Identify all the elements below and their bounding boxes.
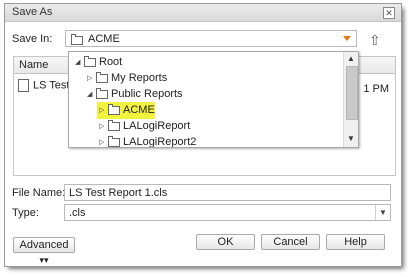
file-name-label: File Name: xyxy=(12,187,66,199)
folder-icon xyxy=(108,119,120,131)
file-name-cell: LS Test xyxy=(33,79,70,92)
up-folder-icon[interactable]: ⇧ xyxy=(369,32,381,49)
tree-node-root[interactable]: ◢ Root xyxy=(75,55,123,69)
tree-node-label: LALogiReport2 xyxy=(123,136,197,148)
tree-node-lalogireport2[interactable]: ▷ LALogiReport2 xyxy=(99,135,197,148)
collapsed-triangle-icon[interactable]: ▷ xyxy=(99,122,108,130)
tree-node-public-reports[interactable]: ◢ Public Reports xyxy=(87,87,183,101)
report-file-icon xyxy=(18,79,29,92)
double-chevron-down-icon: ▾▾ xyxy=(39,255,49,265)
cancel-button[interactable]: Cancel xyxy=(261,234,320,250)
tree-node-my-reports[interactable]: ▷ My Reports xyxy=(87,71,168,85)
save-in-dropdown[interactable]: ACME xyxy=(65,30,357,47)
title-bar[interactable]: Save As ✕ xyxy=(5,4,401,22)
tree-node-label: ACME xyxy=(123,104,155,117)
save-as-dialog: Save As ✕ Save In: ACME ⇧ Name LS Test 1… xyxy=(4,3,402,267)
collapsed-triangle-icon[interactable]: ▷ xyxy=(99,106,108,114)
save-in-label: Save In: xyxy=(12,33,53,45)
expanded-triangle-icon[interactable]: ◢ xyxy=(87,90,96,98)
chevron-down-icon[interactable]: ▼ xyxy=(375,205,390,220)
tree-node-label: LALogiReport xyxy=(123,120,191,133)
file-name-value: LS Test Report 1.cls xyxy=(69,187,168,199)
folder-icon xyxy=(108,135,120,147)
chevron-down-icon[interactable] xyxy=(343,36,351,41)
help-button[interactable]: Help xyxy=(326,234,385,250)
window-title: Save As xyxy=(12,6,53,18)
tree-node-label: Root xyxy=(99,56,123,69)
file-name-field[interactable]: LS Test Report 1.cls xyxy=(64,184,391,201)
folder-icon xyxy=(96,71,108,83)
collapsed-triangle-icon[interactable]: ▷ xyxy=(99,138,108,146)
folder-icon xyxy=(71,33,83,46)
folder-open-icon xyxy=(84,55,96,67)
folder-icon xyxy=(108,103,120,115)
cancel-label: Cancel xyxy=(273,236,308,248)
tree-node-lalogireport[interactable]: ▷ LALogiReport xyxy=(99,119,191,133)
advanced-label: Advanced xyxy=(19,239,69,251)
column-header-label: Name xyxy=(19,59,49,71)
type-value: .cls xyxy=(69,207,86,219)
expanded-triangle-icon[interactable]: ◢ xyxy=(75,58,84,66)
folder-tree-dropdown[interactable]: ◢ Root ▷ My Reports ◢ Public Reports ▷ ACME … xyxy=(68,51,359,148)
ok-button[interactable]: OK xyxy=(196,234,255,250)
modified-cell: 1 PM xyxy=(363,83,389,95)
advanced-button[interactable]: Advanced ▾▾ xyxy=(13,237,75,265)
save-in-value: ACME xyxy=(88,33,120,45)
close-icon[interactable]: ✕ xyxy=(383,7,395,19)
help-label: Help xyxy=(344,236,367,248)
tree-scrollbar[interactable]: ▲ ▼ xyxy=(343,52,358,147)
tree-node-label: My Reports xyxy=(111,72,168,85)
ok-label: OK xyxy=(217,236,234,248)
folder-open-icon xyxy=(96,87,108,99)
list-item[interactable]: LS Test xyxy=(18,79,70,92)
collapsed-triangle-icon[interactable]: ▷ xyxy=(87,74,96,82)
type-label: Type: xyxy=(12,207,39,219)
tree-node-label: Public Reports xyxy=(111,88,183,101)
scroll-down-icon[interactable]: ▼ xyxy=(347,134,355,143)
tree-node-acme[interactable]: ▷ ACME xyxy=(99,103,155,117)
scroll-thumb[interactable] xyxy=(346,66,358,120)
scroll-up-icon[interactable]: ▲ xyxy=(347,54,355,63)
type-dropdown[interactable]: .cls ▼ xyxy=(64,204,391,221)
